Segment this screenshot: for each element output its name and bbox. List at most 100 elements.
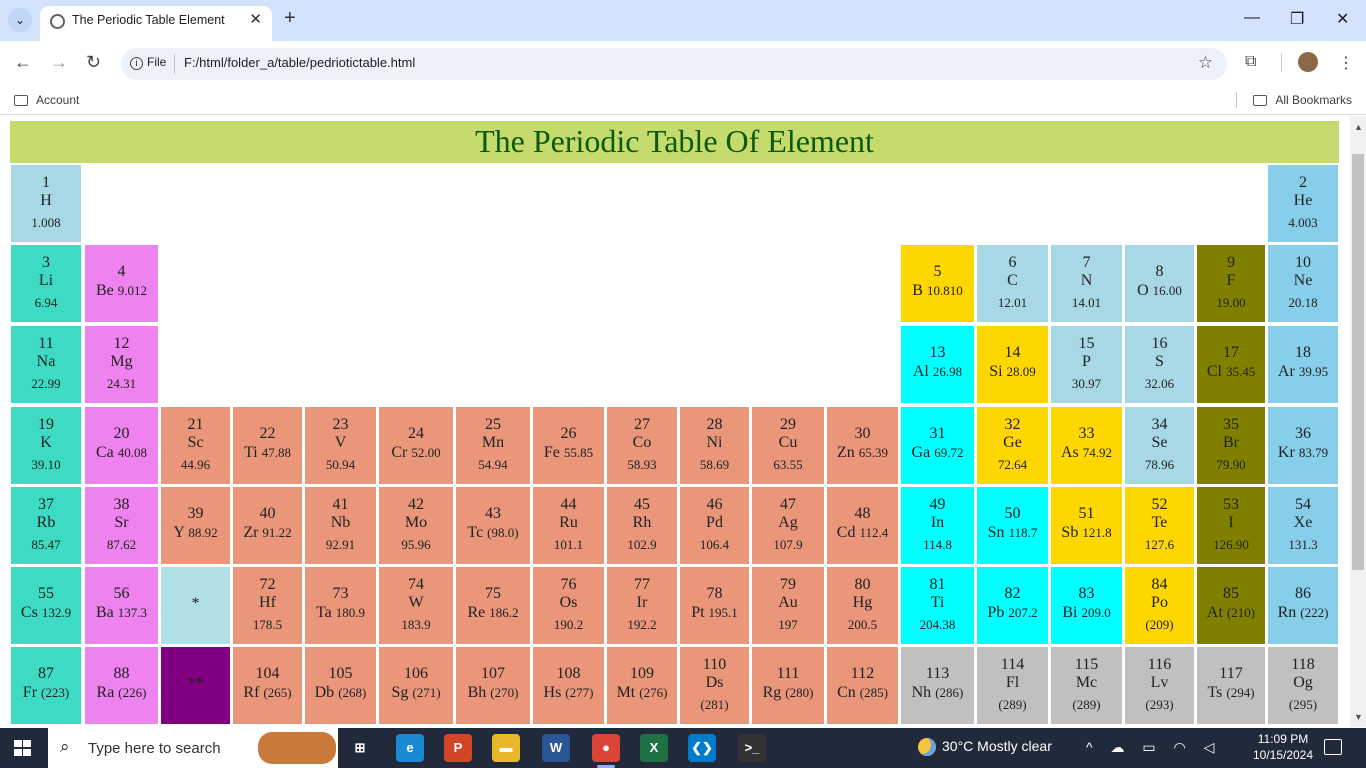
close-window-button[interactable]: ✕ xyxy=(1336,9,1349,29)
vscode-icon[interactable]: ❮❯ xyxy=(688,734,716,762)
element-cell-nb: 41 Nb 92.91 xyxy=(304,486,377,565)
atomic-number: 117 xyxy=(1219,665,1243,682)
scrollbar-thumb[interactable] xyxy=(1352,154,1364,570)
element-cell-rf: 104 Rf (265) xyxy=(232,646,303,725)
scroll-up-arrow-icon[interactable]: ▲ xyxy=(1354,122,1363,132)
element-symbol: S xyxy=(1155,353,1164,370)
active-tab[interactable]: The Periodic Table Element ✕ xyxy=(40,6,272,41)
element-cell-he: 2 He 4.003 xyxy=(1267,164,1339,243)
element-symbol: Bh xyxy=(467,684,487,701)
extensions-icon[interactable]: ⧉ xyxy=(1245,53,1256,71)
atomic-mass: 107.9 xyxy=(773,537,803,552)
atomic-number: 9 xyxy=(1227,254,1235,271)
element-symbol: F xyxy=(1226,272,1236,289)
element-symbol: In xyxy=(930,514,945,531)
globe-icon xyxy=(50,14,65,29)
task-view-icon[interactable]: ⊞ xyxy=(346,734,374,762)
atomic-number: 88 xyxy=(113,665,130,682)
terminal-icon[interactable]: >_ xyxy=(738,734,766,762)
new-tab-button[interactable]: + xyxy=(284,7,296,30)
atomic-mass: 30.97 xyxy=(1071,376,1102,391)
atomic-number: 49 xyxy=(929,496,946,513)
atomic-number: 77 xyxy=(634,576,650,593)
clock-date: 10/15/2024 xyxy=(1252,748,1314,762)
url-text[interactable]: F:/html/folder_a/table/pedriotictable.ht… xyxy=(184,55,415,70)
atomic-number: 107 xyxy=(481,665,505,682)
site-info-chip[interactable]: i File xyxy=(130,55,166,70)
atomic-number: 36 xyxy=(1295,425,1311,442)
restore-button[interactable]: ❐ xyxy=(1290,9,1304,29)
reload-button[interactable]: ↻ xyxy=(86,52,101,73)
powerpoint-icon[interactable]: P xyxy=(444,734,472,762)
element-symbol: Sb xyxy=(1061,524,1079,541)
element-cell-fe: 26 Fe 55.85 xyxy=(532,406,605,485)
atomic-number: 19 xyxy=(38,416,54,433)
windows-start-icon[interactable] xyxy=(14,740,32,757)
element-symbol: Pd xyxy=(706,514,723,531)
element-symbol: Rn xyxy=(1277,604,1297,621)
excel-icon[interactable]: X xyxy=(640,734,668,762)
atomic-mass: 22.99 xyxy=(31,376,61,391)
weather-widget[interactable]: 30°C Mostly clear xyxy=(918,738,1052,757)
element-symbol: Ru xyxy=(559,514,578,531)
system-tray-icons[interactable]: ^ ☁ ▭ ◠ ◁ xyxy=(1086,739,1221,756)
atomic-number: 79 xyxy=(780,576,796,593)
minimize-button[interactable]: — xyxy=(1244,9,1260,27)
atomic-number: 29 xyxy=(780,416,796,433)
atomic-number: 27 xyxy=(634,416,650,433)
close-tab-icon[interactable]: ✕ xyxy=(249,10,262,28)
bookmark-account[interactable]: Account xyxy=(14,93,79,107)
chrome-icon[interactable]: ● xyxy=(592,734,620,762)
element-cell-at: 85 At (210) xyxy=(1196,566,1266,645)
menu-icon[interactable]: ⋮ xyxy=(1338,53,1354,73)
profile-avatar[interactable] xyxy=(1298,52,1318,72)
clock[interactable]: 11:09 PM 10/15/2024 xyxy=(1250,731,1316,763)
element-cell-n: 7 N 14.01 xyxy=(1050,244,1123,323)
back-button[interactable]: ← xyxy=(14,52,32,73)
scroll-down-arrow-icon[interactable]: ▼ xyxy=(1354,712,1363,722)
element-cell-fr: 87 Fr (223) xyxy=(10,646,82,725)
vertical-scrollbar[interactable]: ▲ ▼ xyxy=(1350,116,1366,727)
atomic-mass: 16.00 xyxy=(1152,283,1182,298)
element-symbol: Ga xyxy=(911,444,931,461)
omnibox-divider xyxy=(174,54,175,74)
all-bookmarks[interactable]: All Bookmarks xyxy=(1253,93,1352,107)
element-cell-y: 39 Y 88.92 xyxy=(160,486,231,565)
element-symbol: As xyxy=(1060,444,1079,461)
element-cell-ni: 28 Ni 58.69 xyxy=(679,406,750,485)
atomic-mass: 19.00 xyxy=(1216,295,1246,310)
atomic-number: 113 xyxy=(925,665,950,682)
atomic-mass: 95.96 xyxy=(401,537,431,552)
atomic-number: 5 xyxy=(933,263,942,280)
element-symbol: Au xyxy=(778,594,798,611)
bookmark-star-icon[interactable]: ☆ xyxy=(1198,53,1213,73)
atomic-number: 72 xyxy=(259,576,276,593)
taskbar-search[interactable]: ⌕ Type here to search xyxy=(48,728,338,768)
edge-icon[interactable]: e xyxy=(396,734,424,762)
notification-icon[interactable] xyxy=(1324,739,1342,755)
element-symbol: K xyxy=(40,434,52,451)
atomic-mass: 4.003 xyxy=(1288,215,1318,230)
element-cell-b: 5B 10.810 xyxy=(900,244,975,323)
address-bar[interactable]: i File F:/html/folder_a/table/pedrioticta… xyxy=(121,48,1227,80)
word-icon[interactable]: W xyxy=(542,734,570,762)
element-symbol: Mc xyxy=(1075,674,1098,691)
atomic-mass: 69.72 xyxy=(934,445,964,460)
atomic-mass: 32.06 xyxy=(1144,376,1175,391)
atomic-number: 18 xyxy=(1295,344,1311,361)
atomic-number: 78 xyxy=(706,585,723,602)
atomic-number: 82 xyxy=(1004,585,1021,602)
element-symbol: Rg xyxy=(762,684,782,701)
forward-button[interactable]: → xyxy=(50,52,68,73)
atomic-number: 108 xyxy=(556,665,581,682)
element-cell-ds: 110 Ds (281) xyxy=(679,646,750,725)
atomic-number: 20 xyxy=(113,425,130,442)
tab-search-button[interactable]: ⌄ xyxy=(8,8,32,32)
file-explorer-icon[interactable]: ▬ xyxy=(492,734,520,762)
atomic-number: 111 xyxy=(776,665,800,682)
atomic-mass: 39.10 xyxy=(31,457,61,472)
element-cell-na: 11 Na 22.99 xyxy=(10,325,82,404)
element-cell-br: 35 Br 79.90 xyxy=(1196,406,1266,485)
element-cell-fl: 114 Fl (289) xyxy=(976,646,1049,725)
atomic-mass: 20.18 xyxy=(1288,295,1318,310)
